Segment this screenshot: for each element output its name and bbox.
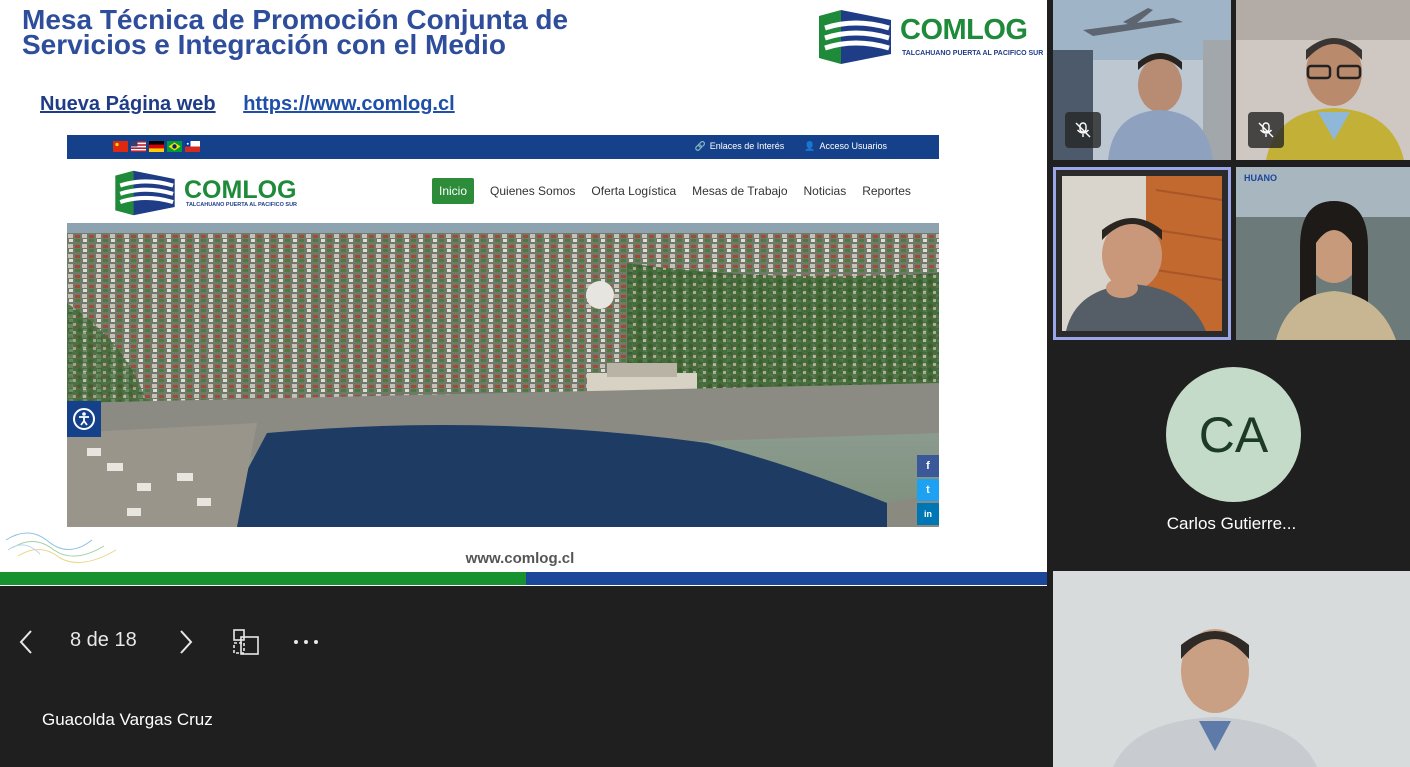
previous-slide-button[interactable] <box>8 614 44 670</box>
more-dots-icon <box>294 640 318 644</box>
website-screenshot: 🔗 Enlaces de Interés 👤 Acceso Usuarios COM… <box>67 135 939 527</box>
links-of-interest[interactable]: 🔗 Enlaces de Interés <box>694 141 784 152</box>
slide-grid-button[interactable] <box>226 614 266 670</box>
participant-video-3-active-speaker[interactable] <box>1053 167 1231 340</box>
participant-video-1[interactable] <box>1053 0 1231 160</box>
language-flags <box>113 141 200 152</box>
meeting-window: Mesa Técnica de Promoción Conjunta de Se… <box>0 0 1410 767</box>
participant-video-2[interactable] <box>1236 0 1410 160</box>
comlog-logo: COMLOG TALCAHUANO PUERTA AL PACIFICO SUR <box>815 6 1044 68</box>
aerial-city-photo: f t in <box>67 223 939 527</box>
link-icon: 🔗 <box>694 141 706 151</box>
chevron-right-icon <box>180 630 193 654</box>
aerial-photo-image <box>67 223 939 527</box>
shared-slide: Mesa Técnica de Promoción Conjunta de Se… <box>0 0 1047 586</box>
brazil-flag-icon <box>167 141 182 152</box>
participant-video-image <box>1053 571 1410 767</box>
participant-video-4[interactable]: HUANO <box>1236 167 1410 340</box>
website-logo: COMLOG TALCAHUANO PUERTA AL PACIFICO SUR <box>112 167 312 219</box>
participant-video-image: HUANO <box>1236 167 1410 340</box>
website-nav: Inicio Quienes Somos Oferta Logística Me… <box>432 178 911 204</box>
germany-flag-icon <box>149 141 164 152</box>
nav-quienes-somos[interactable]: Quienes Somos <box>490 184 575 198</box>
nav-noticias[interactable]: Noticias <box>804 184 847 198</box>
participant-name: Carlos Gutierre... <box>1166 514 1297 533</box>
china-flag-icon <box>113 141 128 152</box>
chile-flag-icon <box>185 141 200 152</box>
linkedin-icon[interactable]: in <box>917 503 939 525</box>
slide-title-line2: Servicios e Integración con el Medio <box>22 29 506 60</box>
accessibility-icon <box>73 408 95 430</box>
next-slide-button[interactable] <box>168 614 204 670</box>
more-options-button[interactable] <box>286 614 326 670</box>
nav-reportes[interactable]: Reportes <box>862 184 911 198</box>
slides-overview-icon <box>233 629 259 655</box>
accessibility-button[interactable] <box>67 401 101 437</box>
footer-bar-green <box>0 572 526 585</box>
user-icon: 👤 <box>804 141 816 151</box>
logo-tagline: TALCAHUANO PUERTA AL PACIFICO SUR <box>902 50 1044 57</box>
website-label: Nueva Página web <box>40 93 216 115</box>
website-top-links: 🔗 Enlaces de Interés 👤 Acceso Usuarios <box>694 141 887 152</box>
nav-oferta-logistica[interactable]: Oferta Logística <box>591 184 676 198</box>
twitter-icon[interactable]: t <box>917 479 939 501</box>
footer-bar-blue <box>526 572 1047 585</box>
usa-flag-icon <box>131 141 146 152</box>
muted-mic-icon <box>1248 112 1284 148</box>
svg-text:HUANO: HUANO <box>1244 173 1277 183</box>
website-topbar: 🔗 Enlaces de Interés 👤 Acceso Usuarios <box>67 135 939 159</box>
comlog-emblem-icon <box>115 170 175 216</box>
presentation-controls: 8 de 18 <box>0 614 340 670</box>
nav-inicio[interactable]: Inicio <box>432 178 475 204</box>
nav-mesas-de-trabajo[interactable]: Mesas de Trabajo <box>692 184 787 198</box>
muted-mic-icon <box>1065 112 1101 148</box>
logo-word: COMLOG <box>900 14 1028 46</box>
website-link[interactable]: https://www.comlog.cl <box>243 93 454 115</box>
facebook-icon[interactable]: f <box>917 455 939 477</box>
website-link-row: Nueva Página web https://www.comlog.cl <box>40 93 477 116</box>
participant-video-5[interactable] <box>1053 571 1410 767</box>
slide-page-indicator: 8 de 18 <box>70 629 137 651</box>
website-logo-word: COMLOG <box>184 176 297 204</box>
slide-footer-url: www.comlog.cl <box>465 550 575 567</box>
chevron-left-icon <box>19 630 32 654</box>
participant-avatar: CA <box>1166 367 1301 502</box>
presenter-name: Guacolda Vargas Cruz <box>42 710 213 729</box>
website-header: COMLOG TALCAHUANO PUERTA AL PACIFICO SUR… <box>67 159 939 223</box>
comlog-emblem-icon <box>819 10 891 64</box>
participant-video-image <box>1056 170 1228 337</box>
slide-title: Mesa Técnica de Promoción Conjunta de Se… <box>22 6 722 60</box>
website-logo-tagline: TALCAHUANO PUERTA AL PACIFICO SUR <box>186 202 298 208</box>
user-access[interactable]: 👤 Acceso Usuarios <box>804 141 887 152</box>
